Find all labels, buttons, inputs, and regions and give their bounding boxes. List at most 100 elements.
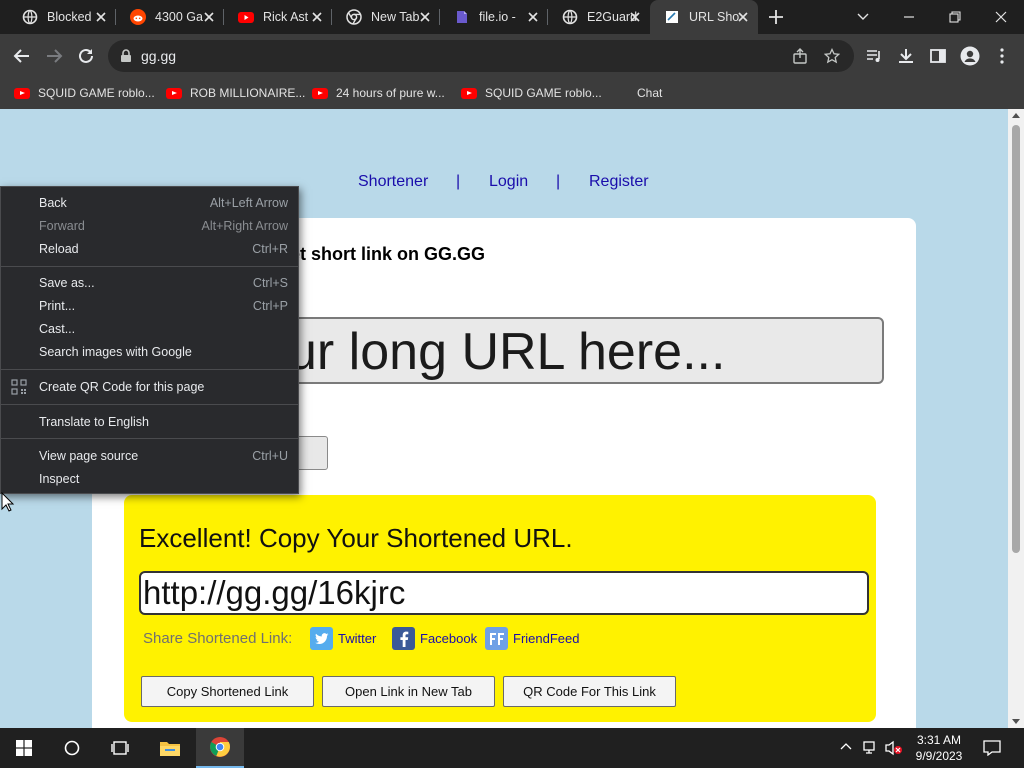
notifications-icon[interactable]	[983, 740, 1001, 756]
open-link-new-tab-button[interactable]: Open Link in New Tab	[322, 676, 495, 707]
short-url-field[interactable]: http://gg.gg/16kjrc	[139, 571, 869, 615]
chevron-down-icon	[857, 13, 869, 20]
nav-login-link[interactable]: Login	[489, 173, 528, 191]
menu-item-translate[interactable]: Translate to English	[1, 411, 298, 434]
menu-item-view-source[interactable]: View page source Ctrl+U	[1, 445, 298, 468]
share-icon[interactable]	[792, 48, 808, 64]
menu-item-cast[interactable]: Cast...	[1, 318, 298, 341]
close-icon[interactable]	[418, 10, 432, 24]
menu-divider	[1, 266, 298, 267]
reddit-icon	[130, 9, 146, 25]
task-view-icon	[111, 741, 129, 755]
bookmark-item[interactable]: SQUID GAME roblo...	[14, 83, 155, 103]
chrome-taskbar-button[interactable]	[196, 728, 244, 768]
file-icon	[457, 11, 467, 23]
forward-button[interactable]	[42, 44, 66, 68]
browser-toolbar: gg.gg	[0, 34, 1024, 77]
network-icon[interactable]	[862, 740, 880, 756]
tab-url-shortener[interactable]: URL Sho	[650, 0, 758, 34]
nav-shortener-link[interactable]: Shortener	[358, 173, 428, 191]
menu-item-reload[interactable]: Reload Ctrl+R	[1, 238, 298, 261]
bookmark-item[interactable]: ROB MILLIONAIRE...	[166, 83, 305, 103]
address-bar[interactable]: gg.gg	[108, 40, 854, 72]
close-icon[interactable]	[94, 10, 108, 24]
bookmark-item[interactable]: SQUID GAME roblo...	[461, 83, 602, 103]
tab-strip: Blocked 4300 Ga Rick Ast New Tab file.io…	[0, 0, 1024, 34]
menu-item-search-images[interactable]: Search images with Google	[1, 341, 298, 364]
close-icon[interactable]	[736, 10, 750, 24]
close-icon[interactable]	[628, 10, 642, 24]
profile-button[interactable]	[958, 44, 982, 68]
menu-item-forward[interactable]: Forward Alt+Right Arrow	[1, 215, 298, 238]
scroll-down-arrow-icon[interactable]	[1012, 719, 1020, 724]
address-text[interactable]: gg.gg	[141, 48, 176, 64]
blocked-icon	[562, 9, 578, 25]
menu-divider	[1, 369, 298, 370]
short-url-text[interactable]: http://gg.gg/16kjrc	[143, 574, 405, 612]
task-view-button[interactable]	[96, 728, 144, 768]
youtube-icon	[312, 87, 328, 99]
system-clock[interactable]: 3:31 AM 9/9/2023	[904, 732, 974, 764]
tab-reddit[interactable]: 4300 Ga	[116, 0, 224, 34]
menu-item-back[interactable]: Back Alt+Left Arrow	[1, 192, 298, 215]
tab-search-button[interactable]	[840, 0, 886, 34]
share-facebook-link[interactable]: Facebook	[392, 627, 477, 650]
file-explorer-button[interactable]	[146, 728, 194, 768]
minimize-icon	[904, 16, 914, 18]
close-icon[interactable]	[310, 10, 324, 24]
download-icon	[899, 49, 913, 63]
tab-blocked[interactable]: Blocked	[8, 0, 116, 34]
clock-date: 9/9/2023	[915, 749, 963, 763]
minimize-button[interactable]	[886, 0, 932, 34]
chevron-up-icon[interactable]	[840, 742, 852, 750]
menu-button[interactable]	[990, 44, 1014, 68]
menu-item-save-as[interactable]: Save as... Ctrl+S	[1, 272, 298, 295]
tab-file-io[interactable]: file.io -	[440, 0, 548, 34]
youtube-icon	[166, 87, 182, 99]
menu-item-inspect[interactable]: Inspect	[1, 468, 298, 491]
downloads-button[interactable]	[894, 44, 918, 68]
search-circle-icon	[64, 740, 80, 756]
side-panel-icon	[930, 49, 946, 63]
lock-icon[interactable]	[120, 49, 132, 63]
youtube-icon	[14, 87, 30, 99]
youtube-icon	[461, 87, 477, 99]
restore-button[interactable]	[932, 0, 978, 34]
blocked-icon	[22, 9, 38, 25]
bookmark-item[interactable]: Chat	[637, 83, 662, 103]
volume-muted-icon[interactable]	[884, 740, 904, 756]
tab-new-tab[interactable]: New Tab	[332, 0, 440, 34]
kebab-menu-icon	[1000, 48, 1004, 64]
scroll-up-arrow-icon[interactable]	[1012, 113, 1020, 118]
close-icon[interactable]	[202, 10, 216, 24]
nav-separator: |	[456, 173, 461, 190]
tab-youtube[interactable]: Rick Ast	[224, 0, 332, 34]
reload-button[interactable]	[74, 44, 98, 68]
close-icon[interactable]	[526, 10, 540, 24]
scroll-thumb[interactable]	[1012, 125, 1020, 553]
windows-taskbar: 3:31 AM 9/9/2023	[0, 728, 1024, 768]
close-window-button[interactable]	[978, 0, 1024, 34]
windows-logo-icon	[16, 740, 32, 756]
bookmark-item[interactable]: 24 hours of pure w...	[312, 83, 445, 103]
share-twitter-link[interactable]: Twitter	[310, 627, 376, 650]
copy-shortened-link-button[interactable]: Copy Shortened Link	[141, 676, 314, 707]
qr-code-button[interactable]: QR Code For This Link	[503, 676, 676, 707]
search-button[interactable]	[48, 728, 96, 768]
bookmark-star-icon[interactable]	[824, 48, 840, 64]
nav-register-link[interactable]: Register	[589, 173, 649, 191]
page-scrollbar[interactable]	[1008, 109, 1024, 728]
chrome-icon	[210, 737, 230, 757]
new-tab-icon[interactable]	[767, 8, 785, 26]
long-url-input[interactable]: ur long URL here...	[220, 317, 884, 384]
avatar-icon	[960, 46, 980, 66]
share-label: Share Shortened Link:	[143, 630, 293, 647]
start-button[interactable]	[0, 728, 48, 768]
back-button[interactable]	[10, 44, 34, 68]
menu-item-create-qr[interactable]: Create QR Code for this page	[1, 376, 298, 399]
share-friendfeed-link[interactable]: FriendFeed	[485, 627, 579, 650]
media-control-button[interactable]	[862, 44, 886, 68]
side-panel-button[interactable]	[926, 44, 950, 68]
tab-e2guardian[interactable]: E2Guard	[548, 0, 650, 34]
menu-item-print[interactable]: Print... Ctrl+P	[1, 295, 298, 318]
